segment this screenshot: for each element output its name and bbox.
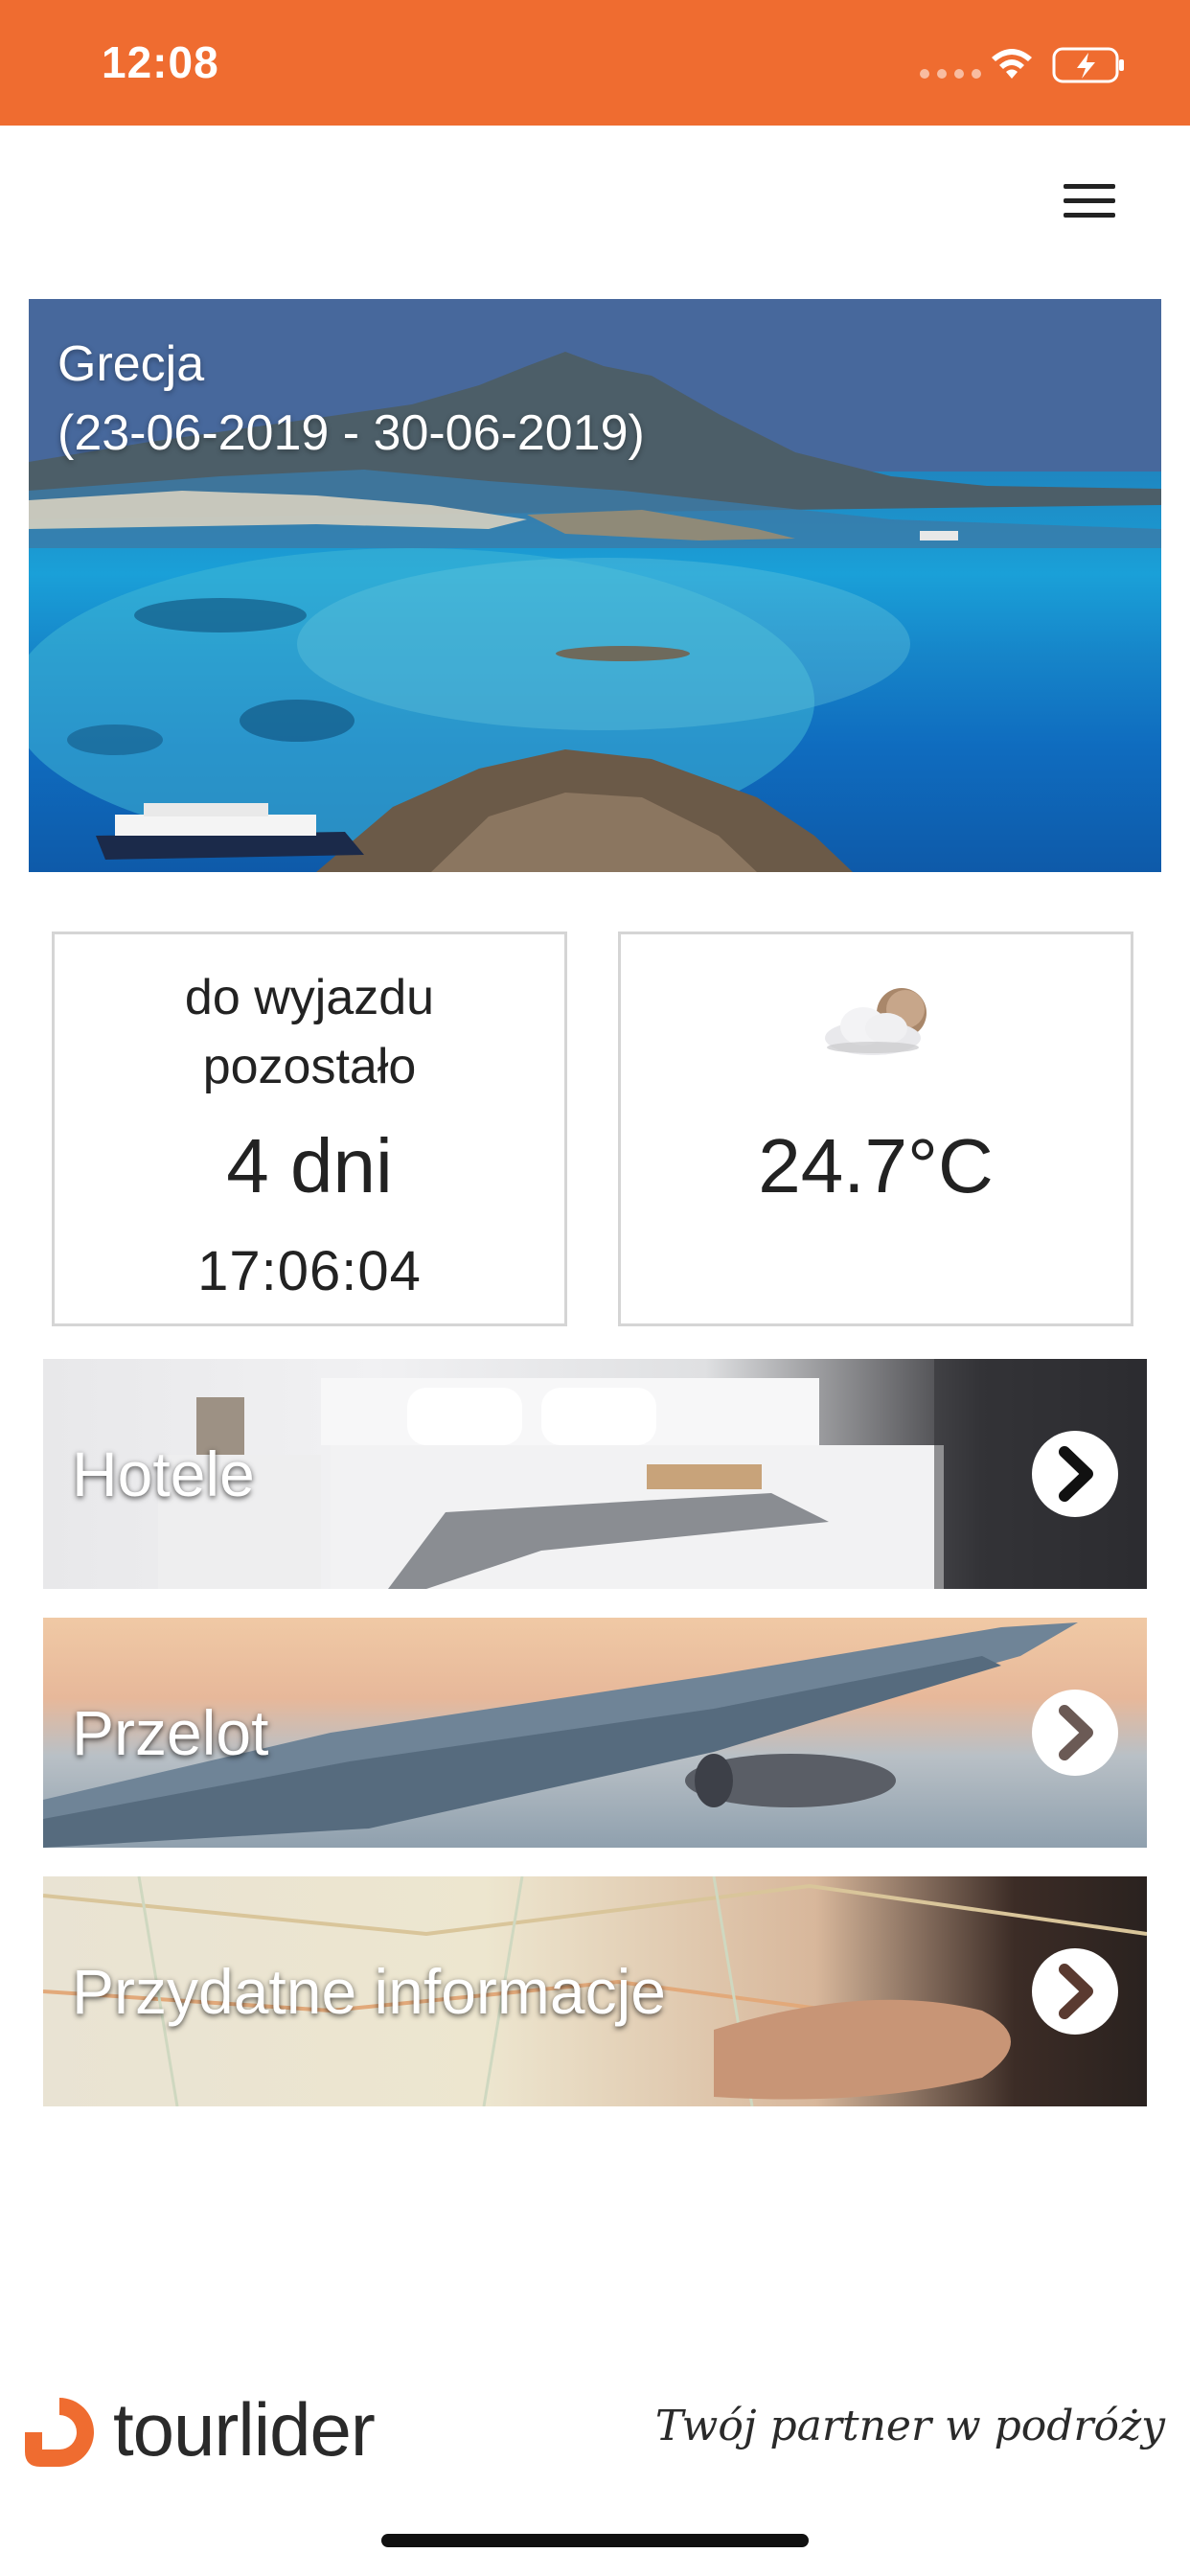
chevron-right-icon: [1059, 1964, 1093, 2019]
hotels-tile[interactable]: Hotele: [43, 1359, 1147, 1589]
useful-info-chevron-button[interactable]: [1032, 1948, 1118, 2035]
temperature-value: 24.7°C: [758, 1123, 994, 1208]
countdown-time: 17:06:04: [197, 1240, 422, 1302]
partly-cloudy-icon: [825, 988, 927, 1055]
countdown-label-line2: pozostało: [202, 1039, 417, 1094]
weather-card: 24.7°C: [618, 932, 1133, 1326]
status-bar: 12:08: [0, 0, 1190, 126]
chevron-right-icon: [1059, 1446, 1093, 1502]
hotels-label: Hotele: [72, 1438, 255, 1509]
brand-name: tourlider: [113, 2387, 376, 2472]
useful-info-tile[interactable]: Przydatne informacje: [43, 1876, 1147, 2106]
hero-title: Grecja (23-06-2019 - 30-06-2019): [57, 330, 645, 468]
destination-name: Grecja: [57, 336, 205, 392]
brand-tagline: Twój partner w podróży: [654, 2402, 1165, 2450]
countdown-label: do wyjazdu pozostało: [55, 963, 564, 1101]
battery-charging-icon: [1052, 47, 1124, 83]
menu-button[interactable]: [1062, 180, 1119, 222]
tourlider-logo-icon: [25, 2398, 94, 2467]
tourlider-logo: tourlider: [21, 2387, 414, 2478]
wifi-icon: [992, 49, 1032, 79]
home-indicator[interactable]: [381, 2534, 809, 2547]
hotels-chevron-button[interactable]: [1032, 1431, 1118, 1517]
countdown-days: 4 dni: [226, 1123, 393, 1208]
status-time: 12:08: [102, 37, 219, 87]
flight-label: Przelot: [72, 1697, 269, 1768]
countdown-card: do wyjazdu pozostało 4 dni 17:06:04: [52, 932, 567, 1326]
flight-chevron-button[interactable]: [1032, 1690, 1118, 1776]
trip-dates: (23-06-2019 - 30-06-2019): [57, 405, 645, 461]
useful-info-label: Przydatne informacje: [72, 1956, 666, 2027]
cellular-signal-icon: [920, 69, 981, 79]
hero-banner[interactable]: Grecja (23-06-2019 - 30-06-2019): [29, 299, 1161, 872]
flight-tile[interactable]: Przelot: [43, 1618, 1147, 1848]
countdown-label-line1: do wyjazdu: [184, 970, 435, 1025]
chevron-right-icon: [1059, 1705, 1093, 1760]
